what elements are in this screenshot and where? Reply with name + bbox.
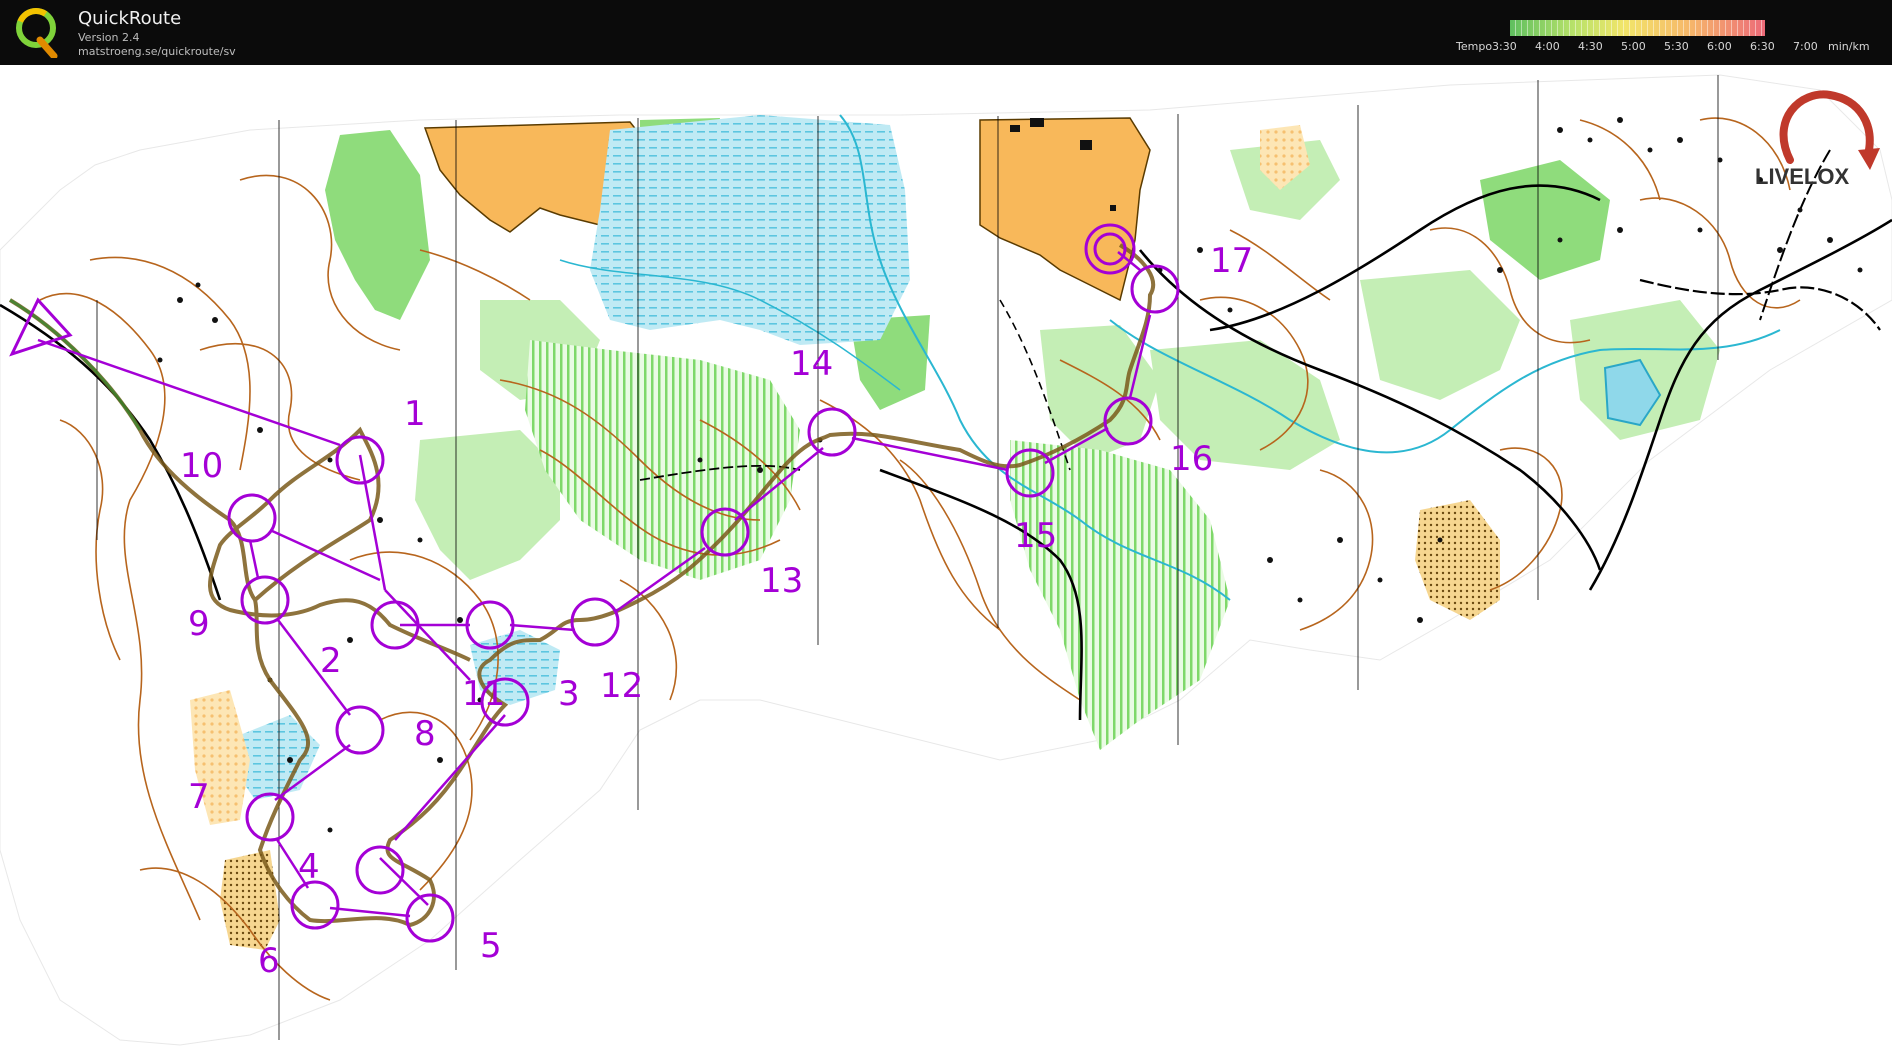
control-number-14: 14: [790, 344, 833, 384]
control-number-16: 16: [1170, 439, 1213, 479]
control-number-15: 15: [1014, 516, 1057, 556]
tempo-tick: 5:00: [1621, 40, 1646, 53]
control-number-5: 5: [480, 926, 502, 966]
map-area: [0, 74, 1892, 1046]
control-number-10: 10: [180, 446, 223, 486]
tempo-tick: 6:30: [1750, 40, 1775, 53]
title-bar: QuickRoute Version 2.4 matstroeng.se/qui…: [0, 0, 1892, 65]
tempo-tick: 6:00: [1707, 40, 1732, 53]
quickroute-logo-icon: [16, 8, 58, 58]
control-number-17: 17: [1210, 241, 1253, 281]
tempo-scale: Tempo 3:30 4:00 4:30 5:00 5:30 6:00 6:30…: [1455, 20, 1870, 53]
tempo-tick: 3:30: [1492, 40, 1517, 53]
control-number-6: 6: [258, 941, 280, 981]
app-title: QuickRoute: [78, 8, 182, 29]
control-number-1: 1: [404, 394, 426, 434]
app-version: Version 2.4: [78, 31, 140, 44]
tempo-tick: 4:00: [1535, 40, 1560, 53]
app-url: matstroeng.se/quickroute/sv: [78, 45, 236, 58]
control-number-11: 11: [462, 674, 505, 714]
control-number-9: 9: [188, 604, 210, 644]
rough-open-area: [220, 850, 280, 950]
tempo-label: Tempo: [1455, 40, 1492, 53]
control-number-2: 2: [320, 641, 342, 681]
tempo-tick: 5:30: [1664, 40, 1689, 53]
orienteering-map[interactable]: 1 2 3 4 5 6 7 8 9 10 11 12 13 14 15 16 1…: [0, 65, 1892, 1048]
livelox-text: LIVELOX: [1755, 164, 1849, 189]
tempo-tick: 4:30: [1578, 40, 1603, 53]
tempo-unit: min/km: [1828, 40, 1870, 53]
control-number-12: 12: [600, 666, 643, 706]
control-number-3: 3: [558, 674, 580, 714]
control-number-13: 13: [760, 561, 803, 601]
control-number-8: 8: [414, 714, 436, 754]
control-number-4: 4: [298, 847, 320, 887]
control-number-7: 7: [188, 777, 210, 817]
tempo-tick: 7:00: [1793, 40, 1818, 53]
